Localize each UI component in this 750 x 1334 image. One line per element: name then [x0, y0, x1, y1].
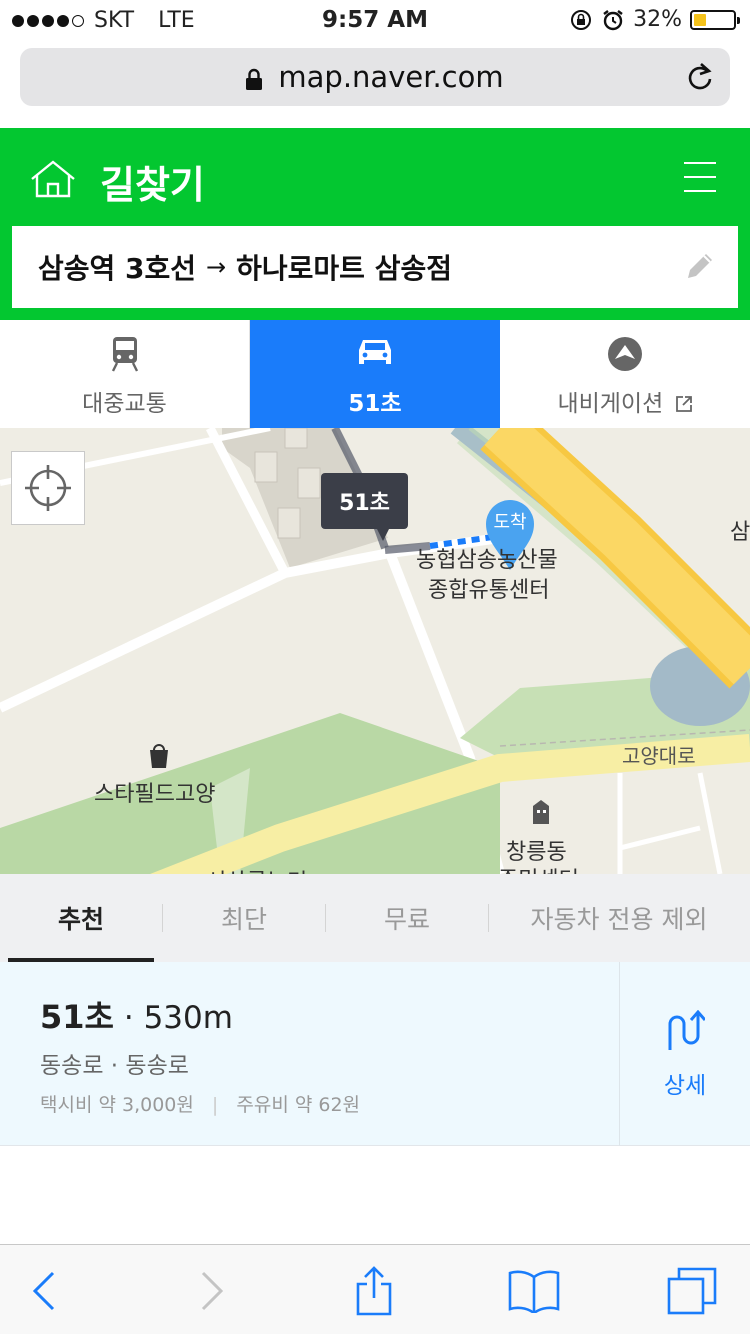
book-icon — [508, 1270, 560, 1313]
address-bar[interactable]: map.naver.com — [20, 48, 730, 106]
tab-car[interactable]: 51초 — [250, 320, 500, 428]
tab-label: 내비게이션 — [557, 391, 664, 417]
back-button[interactable] — [18, 1267, 70, 1315]
detail-label: 상세 — [663, 1073, 707, 1099]
route-detail-icon — [668, 1010, 705, 1050]
crosshair-icon — [25, 465, 71, 511]
reload-icon[interactable] — [686, 62, 714, 92]
navigation-icon — [608, 337, 642, 371]
map-label-center-line1: 농협삼송농산물 — [416, 548, 558, 573]
current-location-button[interactable] — [11, 451, 85, 525]
tab-navigation[interactable]: 내비게이션 — [500, 320, 750, 428]
home-icon[interactable] — [30, 160, 76, 198]
route-costs: 택시비 약 3,000원 | 주유비 약 62원 — [40, 1090, 360, 1117]
tab-recommended[interactable]: 추천 — [0, 874, 162, 962]
url-text: map.naver.com — [278, 60, 504, 94]
route-summary: 51초 · 530m — [40, 992, 233, 1038]
tab-exclude-expressway[interactable]: 자동차 전용 제외 — [489, 874, 749, 962]
route-origin: 삼송역 3호선 — [38, 252, 197, 285]
map-label-center-line2: 종합유통센터 — [428, 578, 550, 603]
detail-button[interactable]: 상세 — [619, 962, 750, 1146]
map-label-edge: 삼 — [730, 520, 750, 545]
route-result-card[interactable]: 51초 · 530m 동송로 · 동송로 택시비 약 3,000원 | 주유비 … — [0, 962, 750, 1146]
route-summary-box[interactable]: 삼송역 3호선 → 하나로마트 삼송점 — [12, 226, 738, 308]
cost-separator: | — [211, 1094, 219, 1116]
status-bar: SKT LTE 9:57 AM 32% — [0, 0, 750, 40]
external-link-icon — [675, 396, 692, 412]
fuel-cost: 주유비 약 62원 — [236, 1094, 361, 1116]
tab-public-transit[interactable]: 대중교통 — [0, 320, 250, 428]
route-option-tabs: 추천 최단 무료 자동차 전용 제외 — [0, 874, 750, 962]
chevron-right-icon — [201, 1271, 224, 1311]
route-time: 51초 — [40, 998, 114, 1036]
taxi-fare: 택시비 약 3,000원 — [40, 1094, 194, 1116]
building-icon — [533, 800, 549, 824]
app-header: 길찾기 삼송역 3호선 → 하나로마트 삼송점 — [0, 128, 750, 320]
rotation-lock-icon — [571, 9, 592, 30]
battery-percent: 32% — [633, 7, 682, 32]
page-title: 길찾기 — [100, 163, 205, 207]
forward-button[interactable] — [186, 1267, 238, 1315]
hamburger-menu-icon[interactable] — [684, 162, 716, 192]
route-distance: 530m — [143, 1000, 233, 1036]
map-label-cutoff: 서삼릉누리 — [206, 864, 307, 874]
tabs-button[interactable] — [666, 1267, 718, 1315]
browser-address-area: map.naver.com — [0, 40, 750, 128]
battery-icon — [690, 9, 740, 30]
alarm-icon — [603, 9, 623, 30]
tab-shortest[interactable]: 최단 — [163, 874, 325, 962]
car-icon — [359, 340, 391, 364]
tabs-icon — [667, 1267, 717, 1315]
bookmarks-button[interactable] — [508, 1267, 560, 1315]
share-button[interactable] — [348, 1266, 400, 1316]
tab-free[interactable]: 무료 — [326, 874, 488, 962]
share-icon — [356, 1266, 392, 1316]
map-label-goyang-road: 고양대로 — [622, 744, 696, 768]
train-icon — [111, 337, 138, 372]
map-view[interactable]: 51초 도착 농협삼송농산물 종합유통센터 스타필드고양 고양대로 창릉동 주민… — [0, 428, 750, 874]
shopping-bag-icon — [150, 744, 168, 768]
tab-label: 대중교통 — [82, 391, 167, 417]
destination-pin-label: 도착 — [493, 512, 527, 533]
chevron-left-icon — [32, 1271, 55, 1311]
route-separator: · — [123, 1000, 134, 1036]
route-time-tooltip: 51초 — [321, 473, 408, 541]
route-roads: 동송로 · 동송로 — [40, 1053, 189, 1079]
route-arrow: → — [206, 253, 227, 281]
browser-toolbar — [0, 1244, 750, 1334]
lock-icon — [246, 68, 263, 90]
tab-label: 51초 — [348, 391, 402, 417]
route-destination: 하나로마트 삼송점 — [236, 252, 452, 285]
map-label-stafield: 스타필드고양 — [94, 782, 216, 807]
map-label-changneung-line2: 주민센터 — [498, 862, 579, 874]
transport-mode-tabs: 대중교통 51초 내비게이션 — [0, 320, 750, 428]
status-right: 32% — [569, 7, 740, 32]
pencil-icon[interactable] — [684, 250, 716, 282]
